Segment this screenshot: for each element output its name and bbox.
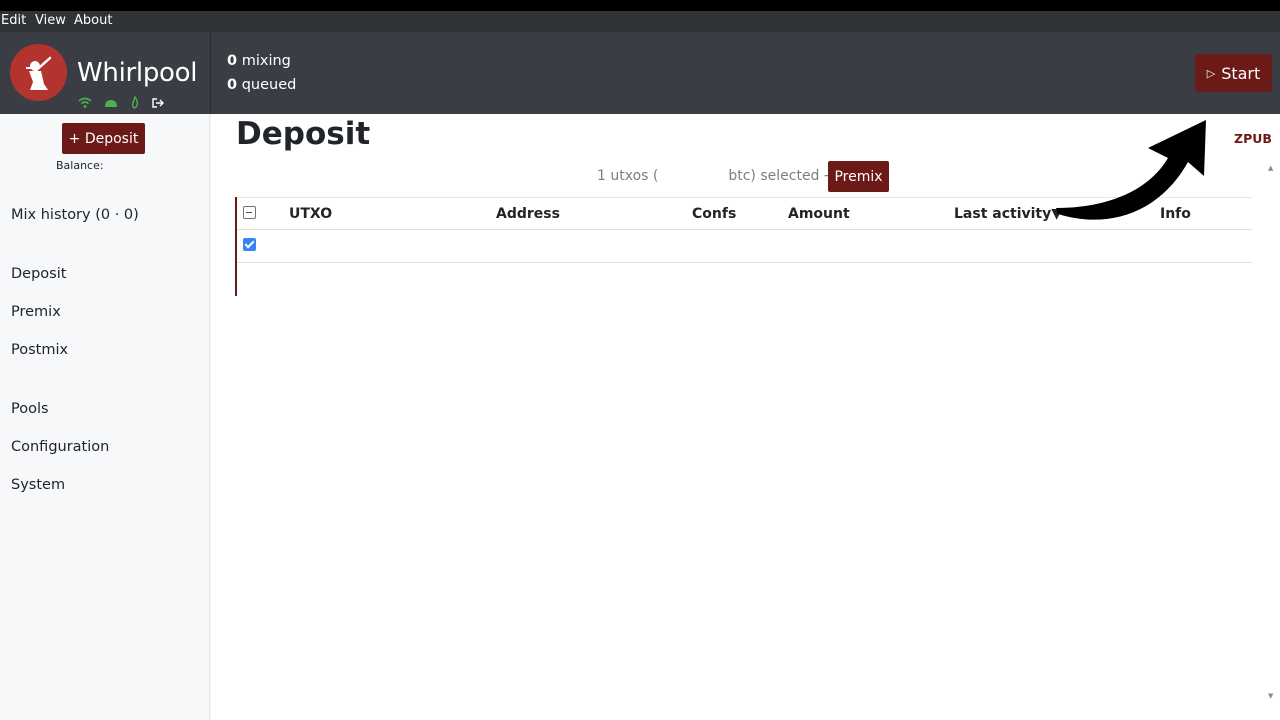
column-last-activity[interactable]: Last activity▼ bbox=[954, 206, 1062, 222]
deposit-button[interactable]: + Deposit bbox=[62, 123, 145, 154]
zpub-link[interactable]: ZPUB bbox=[1234, 131, 1272, 146]
sidebar-item-postmix[interactable]: Postmix bbox=[11, 342, 68, 358]
sidebar-item-pools[interactable]: Pools bbox=[11, 401, 49, 417]
queued-count: 0 bbox=[227, 77, 238, 93]
sidebar-item-system[interactable]: System bbox=[11, 477, 65, 493]
mixing-stat: 0 mixing bbox=[227, 53, 291, 69]
start-label: Start bbox=[1221, 63, 1261, 83]
samurai-logo-icon bbox=[10, 44, 67, 101]
menu-edit[interactable]: Edit bbox=[1, 13, 26, 28]
play-icon: ▷ bbox=[1206, 66, 1216, 80]
mixing-label: mixing bbox=[241, 53, 291, 69]
column-utxo[interactable]: UTXO bbox=[289, 206, 332, 222]
menu-view[interactable]: View bbox=[35, 13, 66, 28]
menu-bar: Edit View About bbox=[0, 11, 1280, 32]
row-checkbox[interactable] bbox=[243, 238, 256, 251]
app-brand: Whirlpool bbox=[77, 58, 198, 88]
scroll-up-arrow-icon[interactable]: ▲ bbox=[1268, 164, 1273, 172]
curved-arrow-icon bbox=[1050, 112, 1220, 231]
queued-label: queued bbox=[241, 77, 297, 93]
menu-about[interactable]: About bbox=[74, 13, 112, 28]
sidebar: + Deposit Balance: Mix history (0 · 0) D… bbox=[0, 114, 210, 720]
mixing-count: 0 bbox=[227, 53, 238, 69]
sidebar-item-mix-history[interactable]: Mix history (0 · 0) bbox=[11, 207, 139, 223]
sidebar-item-premix[interactable]: Premix bbox=[11, 304, 61, 320]
selection-prefix: 1 utxos ( bbox=[597, 168, 659, 184]
queued-stat: 0 queued bbox=[227, 77, 296, 93]
column-address[interactable]: Address bbox=[496, 206, 560, 222]
logout-icon[interactable] bbox=[152, 94, 164, 113]
column-confs[interactable]: Confs bbox=[692, 206, 736, 222]
scroll-down-arrow-icon[interactable]: ▼ bbox=[1268, 692, 1273, 700]
android-icon bbox=[104, 94, 118, 113]
sidebar-item-configuration[interactable]: Configuration bbox=[11, 439, 109, 455]
wifi-icon bbox=[78, 94, 92, 113]
balance-label: Balance: bbox=[56, 159, 104, 172]
start-button[interactable]: ▷ Start bbox=[1195, 54, 1272, 92]
sidebar-item-deposit[interactable]: Deposit bbox=[11, 266, 66, 282]
header-divider bbox=[210, 32, 211, 114]
column-amount[interactable]: Amount bbox=[788, 206, 850, 222]
window-top-strip bbox=[0, 0, 1280, 11]
tor-icon bbox=[130, 94, 140, 113]
page-title: Deposit bbox=[236, 116, 371, 152]
premix-button[interactable]: Premix bbox=[828, 161, 889, 192]
selection-summary: 1 utxos ( btc) selected → bbox=[597, 168, 836, 184]
select-all-checkbox[interactable] bbox=[243, 206, 256, 219]
selection-suffix: btc) selected → bbox=[728, 168, 836, 184]
app-header: Whirlpool 0 mixing 0 queued ▷ Start bbox=[0, 32, 1280, 114]
table-row[interactable] bbox=[237, 230, 1252, 263]
